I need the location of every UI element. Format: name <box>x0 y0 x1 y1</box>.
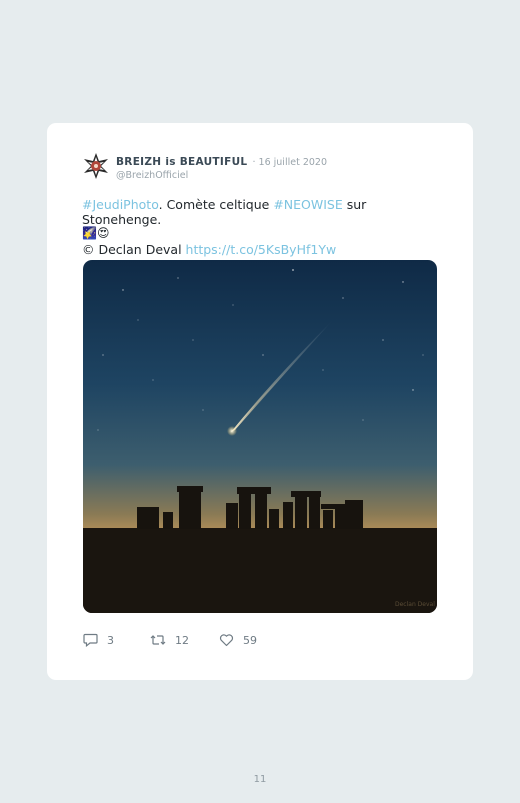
tweet-text-part1: . Comète celtique <box>158 197 274 212</box>
tweet-card: BREIZH is BEAUTIFUL · 16 juillet 2020 @B… <box>47 123 473 680</box>
photo-credit: Declan Deval <box>94 242 186 257</box>
tweet-link[interactable]: https://t.co/5KsByHf1Yw <box>186 242 337 257</box>
comet-nucleus <box>227 426 237 436</box>
tweet-text: #JeudiPhoto. Comète celtique #NEOWISE su… <box>82 197 442 257</box>
retweet-count: 12 <box>175 633 189 647</box>
tweet-date[interactable]: · 16 juillet 2020 <box>253 157 328 168</box>
heart-icon <box>219 634 234 647</box>
avatar[interactable] <box>81 151 111 181</box>
emoji-comet-heart-eyes: 🌠😍 <box>82 226 110 240</box>
page-number: 11 <box>253 774 267 785</box>
like-button[interactable]: 59 <box>219 633 257 647</box>
reply-count: 3 <box>107 633 114 647</box>
photo-watermark: Declan Deval <box>395 601 435 608</box>
retweet-button[interactable]: 12 <box>150 633 189 647</box>
reply-button[interactable]: 3 <box>83 633 114 647</box>
hashtag-neowise[interactable]: #NEOWISE <box>273 197 342 212</box>
tweet-header: BREIZH is BEAUTIFUL · 16 juillet 2020 @B… <box>116 153 327 182</box>
display-name[interactable]: BREIZH is BEAUTIFUL <box>116 156 247 168</box>
user-handle[interactable]: @BreizhOfficiel <box>116 169 327 182</box>
reply-icon <box>83 633 98 647</box>
ground <box>83 528 437 613</box>
hashtag-jeudiphoto[interactable]: #JeudiPhoto <box>82 197 159 212</box>
copyright-icon: © <box>82 242 95 257</box>
retweet-icon <box>150 635 166 645</box>
tweet-photo[interactable]: Declan Deval <box>83 260 437 613</box>
like-count: 59 <box>243 633 257 647</box>
